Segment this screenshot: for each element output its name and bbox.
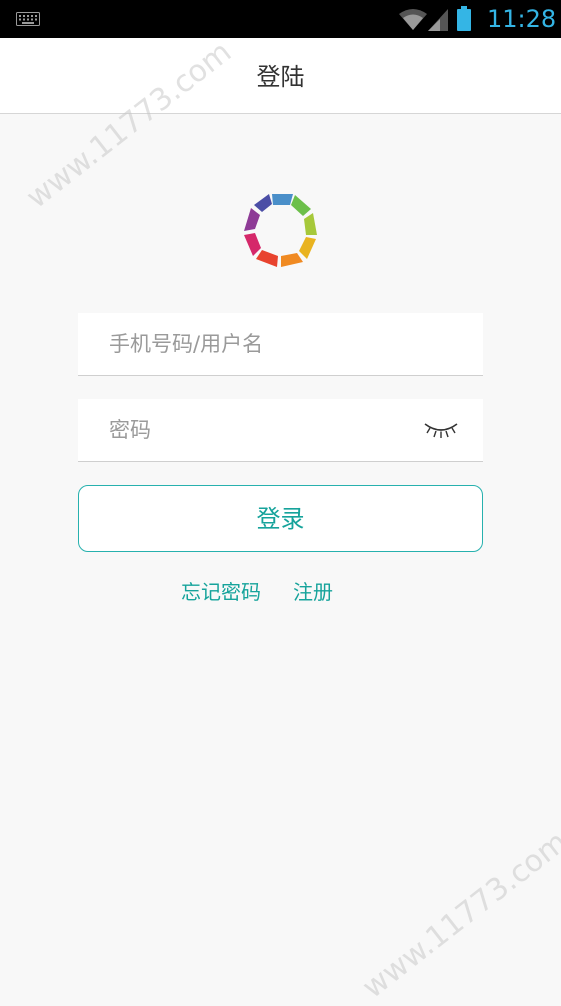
password-input[interactable] [78, 399, 438, 461]
wifi-icon [399, 9, 427, 30]
login-button[interactable]: 登录 [78, 485, 483, 552]
username-input[interactable] [78, 313, 438, 375]
title-bar: 登陆 [0, 38, 561, 114]
keyboard-icon [16, 12, 40, 26]
status-time: 11:28 [487, 5, 557, 33]
eye-closed-icon[interactable] [424, 420, 458, 440]
forgot-password-link[interactable]: 忘记密码 [181, 578, 261, 606]
username-field [78, 313, 483, 376]
page-title: 登陆 [256, 63, 305, 91]
password-field [78, 399, 483, 462]
register-link[interactable]: 注册 [293, 578, 333, 606]
app-logo [244, 194, 317, 267]
status-bar: 11:28 [0, 0, 561, 38]
signal-icon [428, 9, 448, 31]
battery-icon [457, 6, 471, 31]
watermark: www.11773.com [356, 824, 561, 1006]
